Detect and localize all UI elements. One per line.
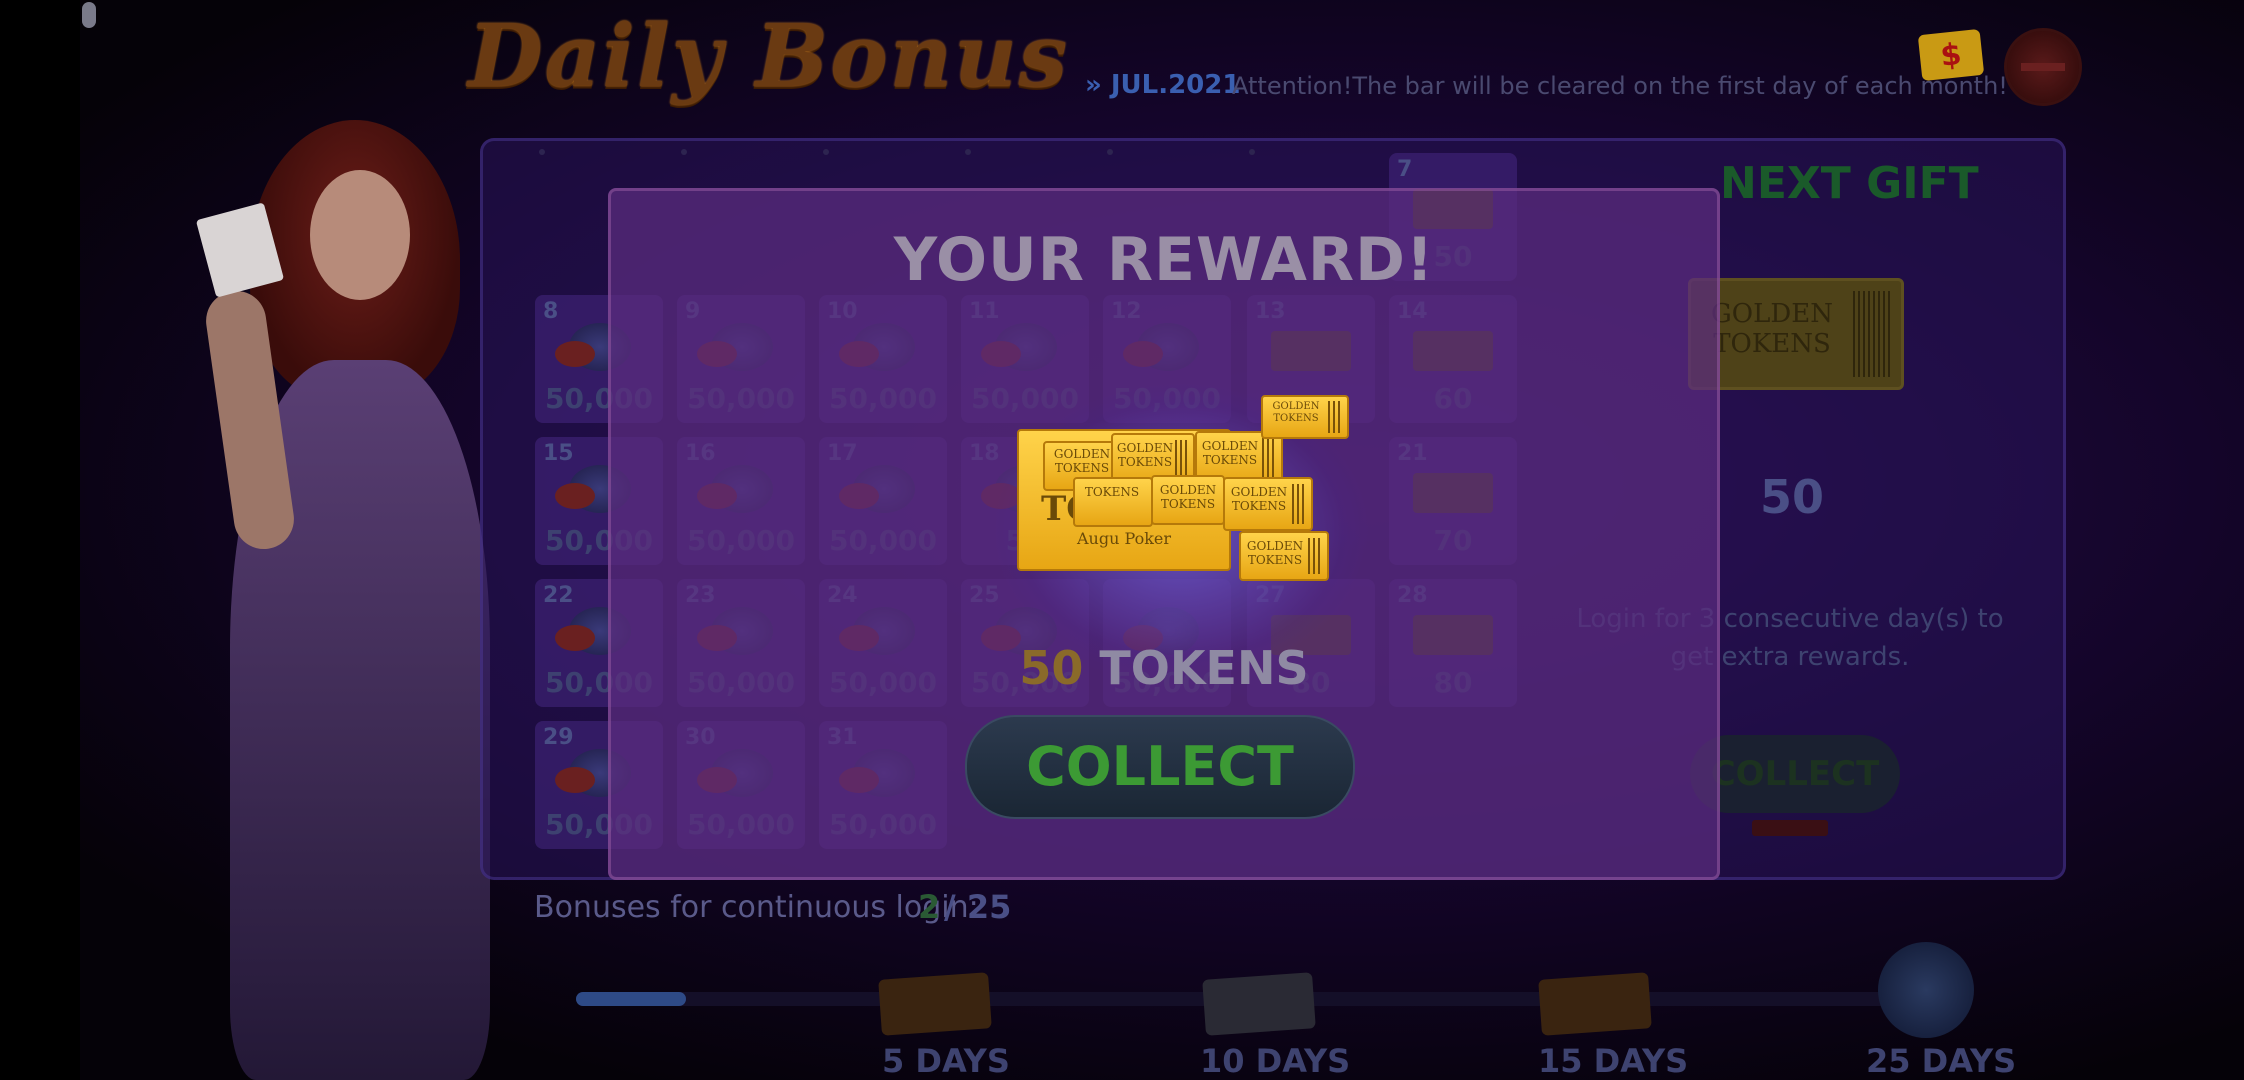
next-gift-amount: 50: [1760, 470, 1825, 524]
page-title: Daily Bonus: [468, 6, 1070, 107]
hostess-face: [310, 170, 410, 300]
barcode-icon: [1291, 484, 1307, 524]
milestone-label: 15 DAYS: [1538, 1042, 1689, 1080]
hostess-illustration: [190, 110, 520, 1080]
continuous-login-label: Bonuses for continuous login:: [534, 890, 979, 925]
ticket-text: GOLDEN TOKENS: [1159, 483, 1217, 511]
continuous-login-total: / 25: [944, 888, 1012, 926]
ticket-subtext: Augu Poker: [1076, 529, 1172, 548]
continuous-login-count: 2: [918, 888, 941, 926]
close-button[interactable]: [2004, 28, 2082, 106]
milestone-label: 5 DAYS: [882, 1042, 1010, 1080]
ticket-text: GOLDEN TOKENS: [1246, 539, 1304, 567]
notice-text: Attention!The bar will be cleared on the…: [1232, 72, 2008, 100]
barcode-icon: [1174, 440, 1189, 480]
ticket-text: GOLDEN TOKENS: [1272, 401, 1320, 424]
collect-label: COLLECT: [1710, 754, 1880, 794]
ticket-text: GOLDEN TOKENS: [1116, 441, 1174, 469]
barcode-icon: [1853, 291, 1893, 377]
day-number: 15: [543, 441, 574, 466]
day-number: 7: [1397, 157, 1413, 182]
month-label: » JUL.2021: [1085, 70, 1241, 100]
weekday-marker: [1249, 149, 1255, 155]
next-gift-ticket-text: GOLDEN TOKENS: [1711, 299, 1833, 359]
barcode-icon: [1261, 438, 1277, 478]
left-edge: [0, 0, 80, 1080]
token-pack-icon: [878, 972, 992, 1036]
golden-token-ticket-icon: GOLDEN TOKENS: [1261, 395, 1349, 439]
badge: [1752, 820, 1828, 836]
milestone-label: 10 DAYS: [1200, 1042, 1351, 1080]
barcode-icon: [1307, 537, 1323, 575]
day-number: 8: [543, 299, 559, 324]
cash-shop-icon[interactable]: $: [1917, 28, 1985, 82]
status-indicator: [82, 2, 96, 28]
golden-token-ticket-icon: GOLDEN TOKENS: [1151, 475, 1225, 525]
close-icon: [2021, 63, 2065, 71]
token-pack-icon: [1538, 972, 1652, 1036]
day-number: 29: [543, 725, 574, 750]
ticket-text: GOLDEN TOKENS: [1053, 447, 1111, 475]
weekday-marker: [1107, 149, 1113, 155]
weekday-marker: [681, 149, 687, 155]
next-gift-ticket: GOLDEN TOKENS: [1688, 278, 1904, 390]
golden-token-ticket-icon: GOLDEN TOKENS: [1239, 531, 1329, 581]
day-number: 22: [543, 583, 574, 608]
next-gift-collect-button[interactable]: COLLECT: [1690, 735, 1900, 813]
ticket-text: GOLDEN TOKENS: [1230, 485, 1288, 513]
collect-label: COLLECT: [1026, 735, 1294, 798]
money-bag-icon: [1878, 942, 1974, 1038]
reward-title: YOUR REWARD!: [893, 225, 1435, 295]
reward-dialog: YOUR REWARD! TOKENS Augu Poker GOLDEN TO…: [608, 188, 1720, 880]
golden-token-ticket-icon: TOKENS: [1073, 477, 1153, 527]
daily-bonus-screen: Daily Bonus » JUL.2021 Attention!The bar…: [0, 0, 2244, 1080]
reward-amount-text: 50 TOKENS: [611, 641, 1717, 695]
collect-button[interactable]: COLLECT: [965, 715, 1355, 819]
reward-amount: 50: [1019, 641, 1084, 695]
silver-pack-icon: [1202, 972, 1316, 1036]
next-gift-heading: NEXT GIFT: [1720, 158, 1979, 209]
login-progress-fill: [576, 992, 686, 1006]
ticket-text: TOKENS: [1084, 485, 1140, 499]
barcode-icon: [1327, 401, 1343, 433]
ticket-text: GOLDEN TOKENS: [1201, 439, 1259, 467]
reward-unit: TOKENS: [1099, 641, 1309, 695]
weekday-marker: [965, 149, 971, 155]
weekday-marker: [539, 149, 545, 155]
milestone-label: 25 DAYS: [1866, 1042, 2017, 1080]
weekday-marker: [823, 149, 829, 155]
golden-token-ticket-icon: GOLDEN TOKENS: [1223, 477, 1313, 531]
